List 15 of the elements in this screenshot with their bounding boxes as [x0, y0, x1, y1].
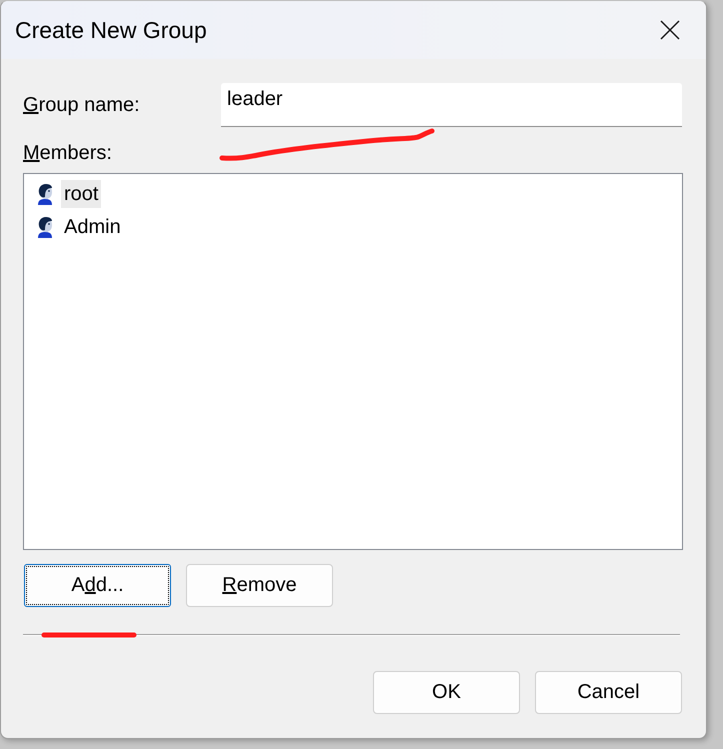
members-list[interactable]: root Admin [23, 173, 683, 550]
member-item[interactable]: Admin [61, 212, 124, 240]
ok-button[interactable]: OK [373, 671, 520, 714]
cancel-button[interactable]: Cancel [535, 671, 682, 714]
user-icon [36, 216, 54, 238]
window-title: Create New Group [15, 16, 207, 44]
remove-button[interactable]: Remove [186, 564, 333, 607]
close-button[interactable] [660, 20, 680, 40]
field-label: Members: [23, 141, 112, 165]
user-icon [36, 182, 54, 204]
add-button[interactable]: Add... [24, 564, 171, 607]
member-item[interactable]: root [61, 180, 102, 208]
field-label: Group name: [23, 93, 141, 117]
group-name-field[interactable]: leader [221, 83, 682, 127]
close-icon [660, 20, 680, 40]
